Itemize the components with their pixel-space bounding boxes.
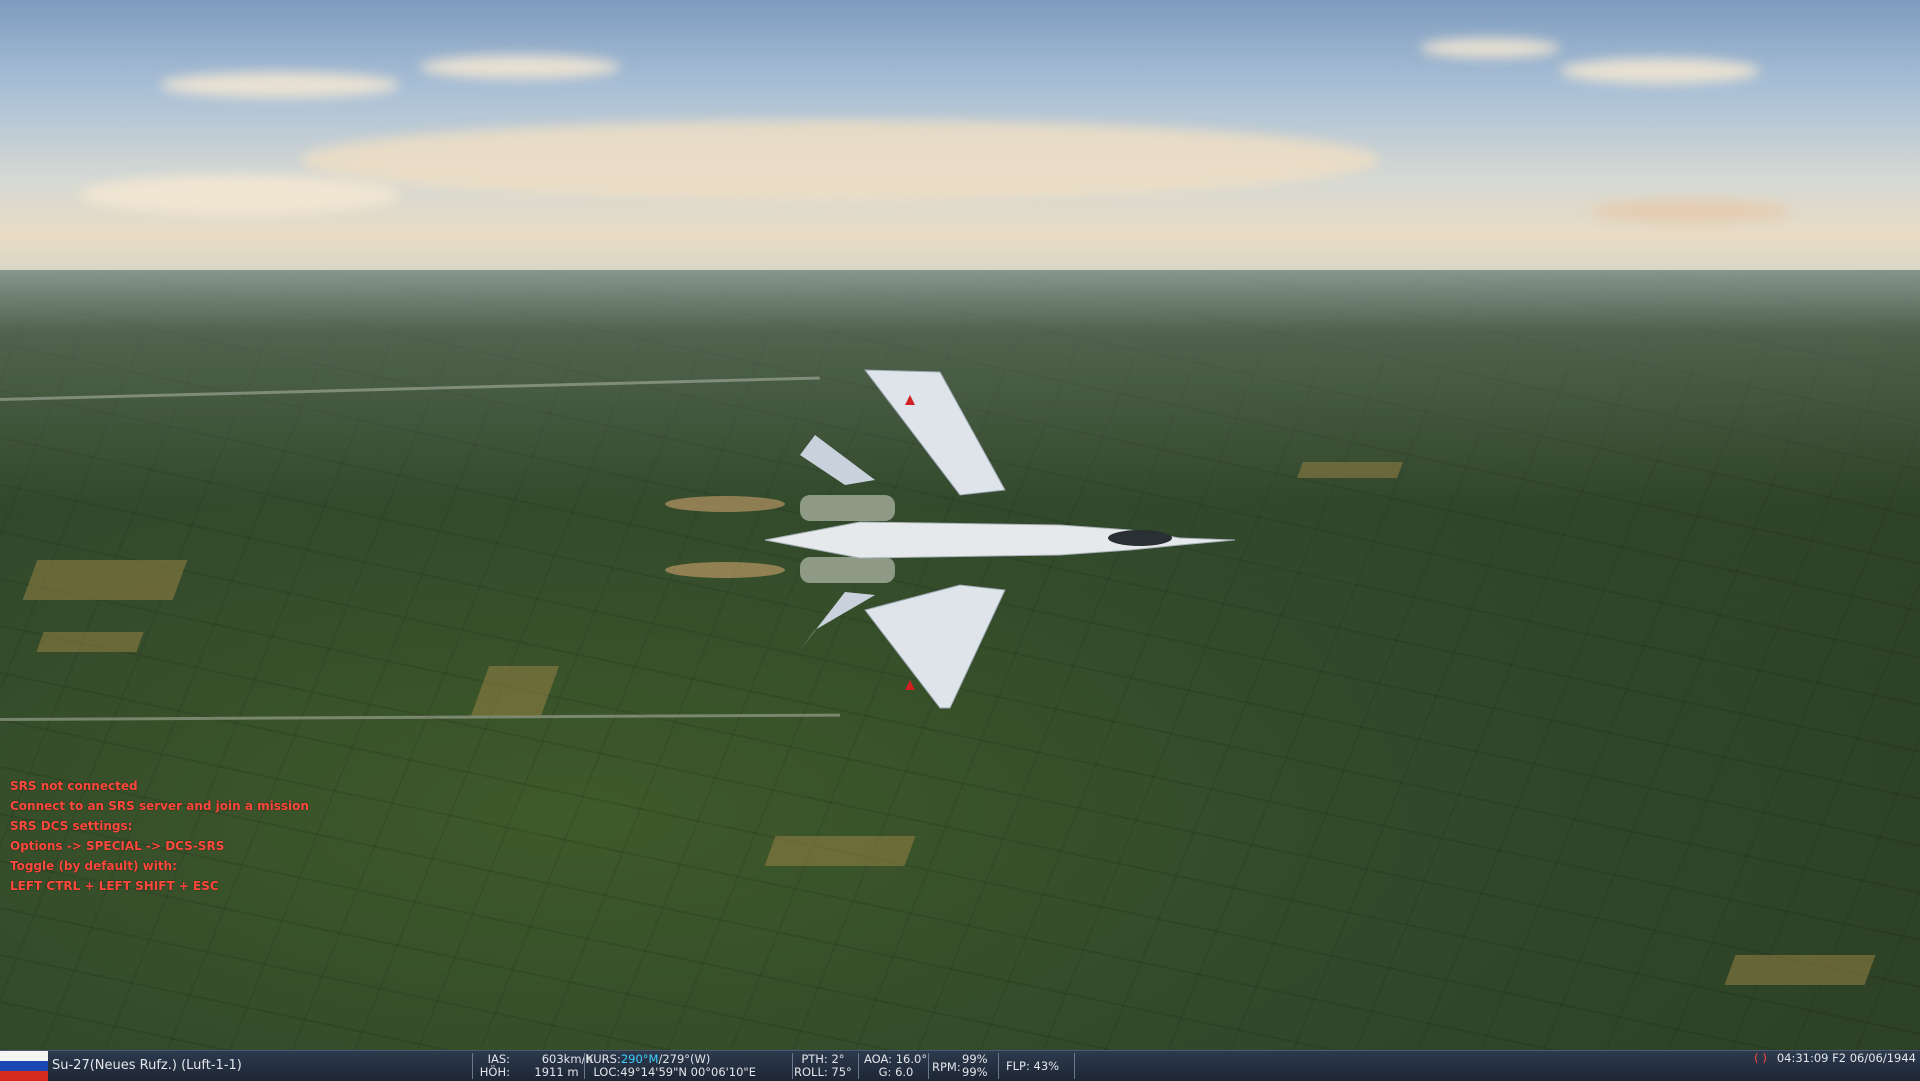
srs-message: SRS not connected [10,779,138,793]
cloud [160,72,400,98]
divider [858,1053,859,1079]
divider [792,1053,793,1079]
field [1297,462,1403,478]
cloud [1590,200,1790,222]
unit-name: Su-27(Neues Rufz.) (Luft-1-1) [52,1058,242,1073]
srs-status-overlay: SRS not connected Connect to an SRS serv… [10,776,309,896]
flaps-readout: FLP: 43% [1006,1059,1060,1073]
divider [998,1053,999,1079]
divider [584,1053,585,1079]
rpm-readout: RPM: 99% 99% [932,1052,988,1079]
field [22,560,188,600]
srs-message: Connect to an SRS server and join a miss… [10,799,309,813]
field [1724,955,1876,985]
su-27-aircraft [665,369,1236,709]
cloud [300,120,1380,200]
cloud [80,175,400,215]
cloud [1420,38,1560,58]
flight-status-bar: Su-27(Neues Rufz.) (Luft-1-1) IAS: 603km… [0,1050,1920,1081]
attitude-readout: PTH: 2° ROLL: 75° [794,1052,852,1079]
srs-message: LEFT CTRL + LEFT SHIFT + ESC [10,879,219,893]
divider [1074,1053,1075,1079]
russian-flag-icon [0,1051,48,1081]
course-location-readout: KURS:290°M/279°(W) LOC:49°14'59"N 00°06'… [586,1052,756,1079]
srs-message: Options -> SPECIAL -> DCS-SRS [10,839,225,853]
speed-altitude-readout: IAS: 603km/h HÖH: 1911 m [479,1052,593,1079]
field [764,836,916,866]
field [36,632,144,652]
divider [928,1053,929,1079]
srs-message: SRS DCS settings: [10,819,133,833]
srs-message: Toggle (by default) with: [10,859,177,873]
aoa-g-readout: AOA: 16.0° G: 6.0 [864,1052,928,1079]
cloud [420,55,620,79]
cloud [1560,58,1760,84]
divider [472,1053,473,1079]
clock-readout: ( ) 04:31:09 F2 06/06/1944 [1754,1051,1916,1065]
